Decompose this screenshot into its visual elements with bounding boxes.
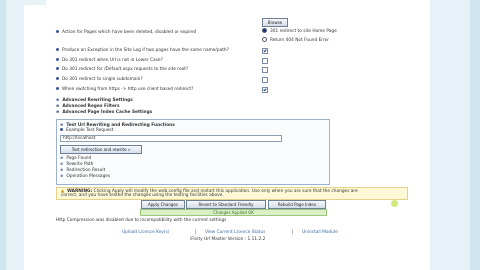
test-request-label: Example Test Request: [60, 128, 113, 133]
exception-log-checkbox[interactable]: [262, 48, 268, 54]
apply-changes-button[interactable]: Apply Changes: [141, 200, 185, 209]
default-aspx-checkbox[interactable]: [262, 67, 268, 73]
compression-note: Http Compression was disabled due to inc…: [56, 218, 227, 223]
expand-icon[interactable]: ⊕: [56, 109, 59, 114]
option-default-aspx: Do 301 redirect for /Default.aspx reques…: [56, 67, 188, 72]
status-message: Changes Applied OK: [140, 209, 327, 216]
version-text: iFinity Url Master Version : 1.11.2.2: [190, 237, 266, 242]
bullet-icon: [56, 77, 59, 80]
radio-404[interactable]: Return 404 Not Found Error: [262, 37, 329, 43]
radio-home-page[interactable]: 301 redirect to site Home Page: [262, 28, 337, 34]
option-subdomain: Do 301 redirect to single subdomain?: [56, 77, 143, 82]
footer-separator: |: [195, 230, 197, 235]
expand-icon[interactable]: ⊕: [60, 173, 63, 178]
warning-box: ▲ WARNING: Clicking Apply will modify the…: [56, 187, 408, 200]
bullet-icon: [56, 48, 59, 51]
result-operation-messages[interactable]: ⊕ Operation Messages: [60, 173, 110, 179]
browse-button[interactable]: Browse: [262, 18, 288, 27]
bullet-icon: [56, 67, 59, 70]
left-frame-inner: [6, 0, 24, 270]
bullet-icon: [56, 30, 59, 33]
expand-icon[interactable]: ⊕: [60, 161, 63, 166]
expand-icon[interactable]: ⊕: [56, 97, 59, 102]
option-lowercase: Do 301 redirect when Url is not in Lower…: [56, 58, 163, 63]
footer-separator: |: [292, 230, 294, 235]
bullet-icon: [56, 58, 59, 61]
bullet-icon: [60, 128, 63, 131]
option-exception-log: Produce an Exception in the Site Log if …: [56, 48, 229, 53]
test-panel: ⊖ Test Url Rewriting and Redirecting Func…: [56, 119, 330, 185]
test-redirection-button[interactable]: Test redirection and rewrite »: [60, 145, 142, 154]
licence-status-link[interactable]: View Current Licence Status: [205, 230, 265, 235]
revert-standard-button[interactable]: Revert to Standard Friendly: [186, 200, 266, 209]
upload-licence-link[interactable]: Upload Licence Key(s): [122, 230, 170, 235]
option-https-redirect: When switching from https -> http use cl…: [56, 87, 193, 92]
lowercase-checkbox[interactable]: [262, 58, 268, 64]
test-url-input[interactable]: http://localhost: [60, 135, 282, 142]
collapse-icon[interactable]: ⊖: [60, 122, 63, 127]
radio-icon[interactable]: [262, 37, 267, 42]
https-redirect-checkbox[interactable]: [262, 87, 268, 93]
bullet-icon: [56, 87, 59, 90]
radio-selected-icon[interactable]: [262, 28, 267, 33]
mouse-cursor-highlight: [391, 200, 398, 207]
section-page-index-cache[interactable]: ⊕ Advanced Page Index Cache Settings: [56, 109, 152, 115]
warning-line-2: correct, and you have tested the changes…: [61, 193, 224, 198]
expand-icon[interactable]: ⊕: [60, 167, 63, 172]
expand-icon[interactable]: ⊕: [60, 155, 63, 160]
uninstall-module-link[interactable]: Uninstall Module: [302, 230, 338, 235]
option-deleted-pages: Action for Pages which have been deleted…: [56, 30, 196, 35]
expand-icon[interactable]: ⊕: [56, 103, 59, 108]
rebuild-index-button[interactable]: Rebuild Page Index: [268, 200, 326, 209]
subdomain-checkbox[interactable]: [262, 77, 268, 83]
right-frame-outer: [470, 0, 480, 270]
